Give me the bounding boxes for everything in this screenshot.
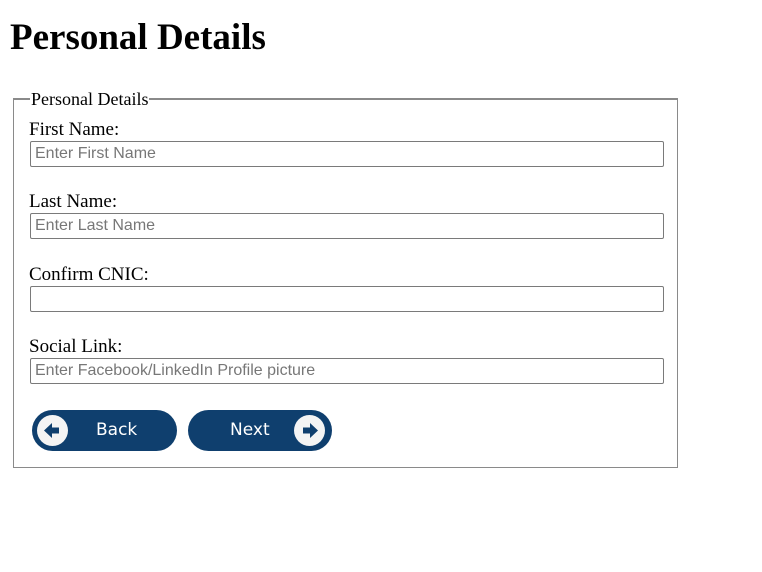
last-name-label: Last Name: [29, 191, 118, 212]
social-link-input[interactable] [30, 358, 664, 384]
fieldset-legend: Personal Details [31, 89, 149, 109]
confirm-cnic-input[interactable] [30, 286, 664, 312]
back-button-label: Back [96, 420, 138, 440]
last-name-input[interactable] [30, 213, 664, 239]
first-name-input[interactable] [30, 141, 664, 167]
social-link-label: Social Link: [29, 336, 123, 357]
page-title: Personal Details [10, 17, 266, 58]
next-button[interactable]: Next [188, 410, 332, 451]
arrow-right-icon [294, 415, 325, 446]
arrow-left-icon [37, 415, 68, 446]
next-button-label: Next [230, 420, 270, 440]
confirm-cnic-label: Confirm CNIC: [29, 264, 149, 285]
back-button[interactable]: Back [32, 410, 177, 451]
first-name-label: First Name: [29, 119, 120, 140]
